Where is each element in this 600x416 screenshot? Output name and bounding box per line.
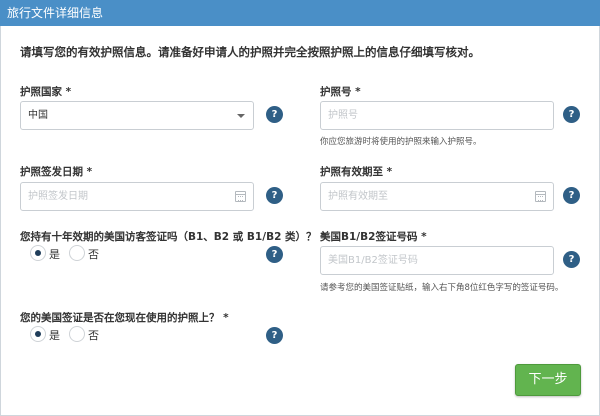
chevron-down-icon — [237, 114, 245, 118]
passport-country-value: 中国 — [28, 110, 48, 121]
issue-date-field[interactable] — [20, 182, 254, 211]
form-panel — [0, 26, 600, 416]
intro-text: 请填写您的有效护照信息。请准备好申请人的护照并完全按照护照上的信息仔细填写核对。 — [20, 45, 480, 59]
radio-label-yes: 是 — [49, 329, 60, 342]
ten-year-visa-label: 您持有十年效期的美国访客签证吗（B1、B2 或 B1/B2 类）？ * — [20, 231, 326, 243]
expiry-date-field[interactable] — [320, 182, 554, 211]
radio-label-yes: 是 — [49, 248, 60, 261]
visa-in-passport-radio-group: 是 否 — [30, 326, 150, 344]
help-icon[interactable]: ? — [563, 106, 580, 123]
help-icon[interactable]: ? — [266, 106, 283, 123]
visa-number-field[interactable] — [320, 246, 554, 275]
section-header: 旅行文件详细信息 — [0, 0, 600, 26]
passport-country-label: 护照国家 * — [20, 86, 72, 98]
visa-in-passport-label: 您的美国签证是否在您现在使用的护照上？ * — [20, 312, 229, 324]
section-title: 旅行文件详细信息 — [7, 6, 104, 20]
ten-year-visa-radio-group: 是 否 — [30, 245, 150, 263]
help-icon[interactable]: ? — [563, 187, 580, 204]
ten-year-visa-no-radio[interactable] — [69, 245, 85, 261]
visa-in-passport-no-radio[interactable] — [69, 326, 85, 342]
help-icon[interactable]: ? — [266, 187, 283, 204]
visa-number-input[interactable] — [328, 247, 553, 274]
radio-label-no: 否 — [88, 248, 99, 261]
issue-date-label: 护照签发日期 * — [20, 166, 93, 178]
issue-date-input[interactable] — [28, 183, 253, 210]
passport-number-field[interactable] — [320, 101, 554, 130]
help-icon[interactable]: ? — [266, 246, 283, 263]
visa-number-label: 美国B1/B2签证号码 * — [320, 231, 427, 243]
calendar-icon[interactable] — [235, 191, 246, 202]
next-button[interactable]: 下一步 — [515, 364, 581, 396]
help-icon[interactable]: ? — [266, 327, 283, 344]
radio-label-no: 否 — [88, 329, 99, 342]
expiry-date-label: 护照有效期至 * — [320, 166, 393, 178]
ten-year-visa-yes-radio[interactable] — [30, 245, 46, 261]
visa-number-hint: 请参考您的美国签证贴纸，输入右下角8位红色字写的签证号码。 — [320, 283, 564, 293]
visa-in-passport-yes-radio[interactable] — [30, 326, 46, 342]
expiry-date-input[interactable] — [328, 183, 553, 210]
passport-country-select[interactable]: 中国 — [20, 101, 254, 130]
passport-number-input[interactable] — [328, 102, 553, 129]
help-icon[interactable]: ? — [563, 251, 580, 268]
passport-number-hint: 你应您旅游时将使用的护照来输入护照号。 — [320, 137, 482, 147]
calendar-icon[interactable] — [535, 191, 546, 202]
passport-number-label: 护照号 * — [320, 86, 361, 98]
